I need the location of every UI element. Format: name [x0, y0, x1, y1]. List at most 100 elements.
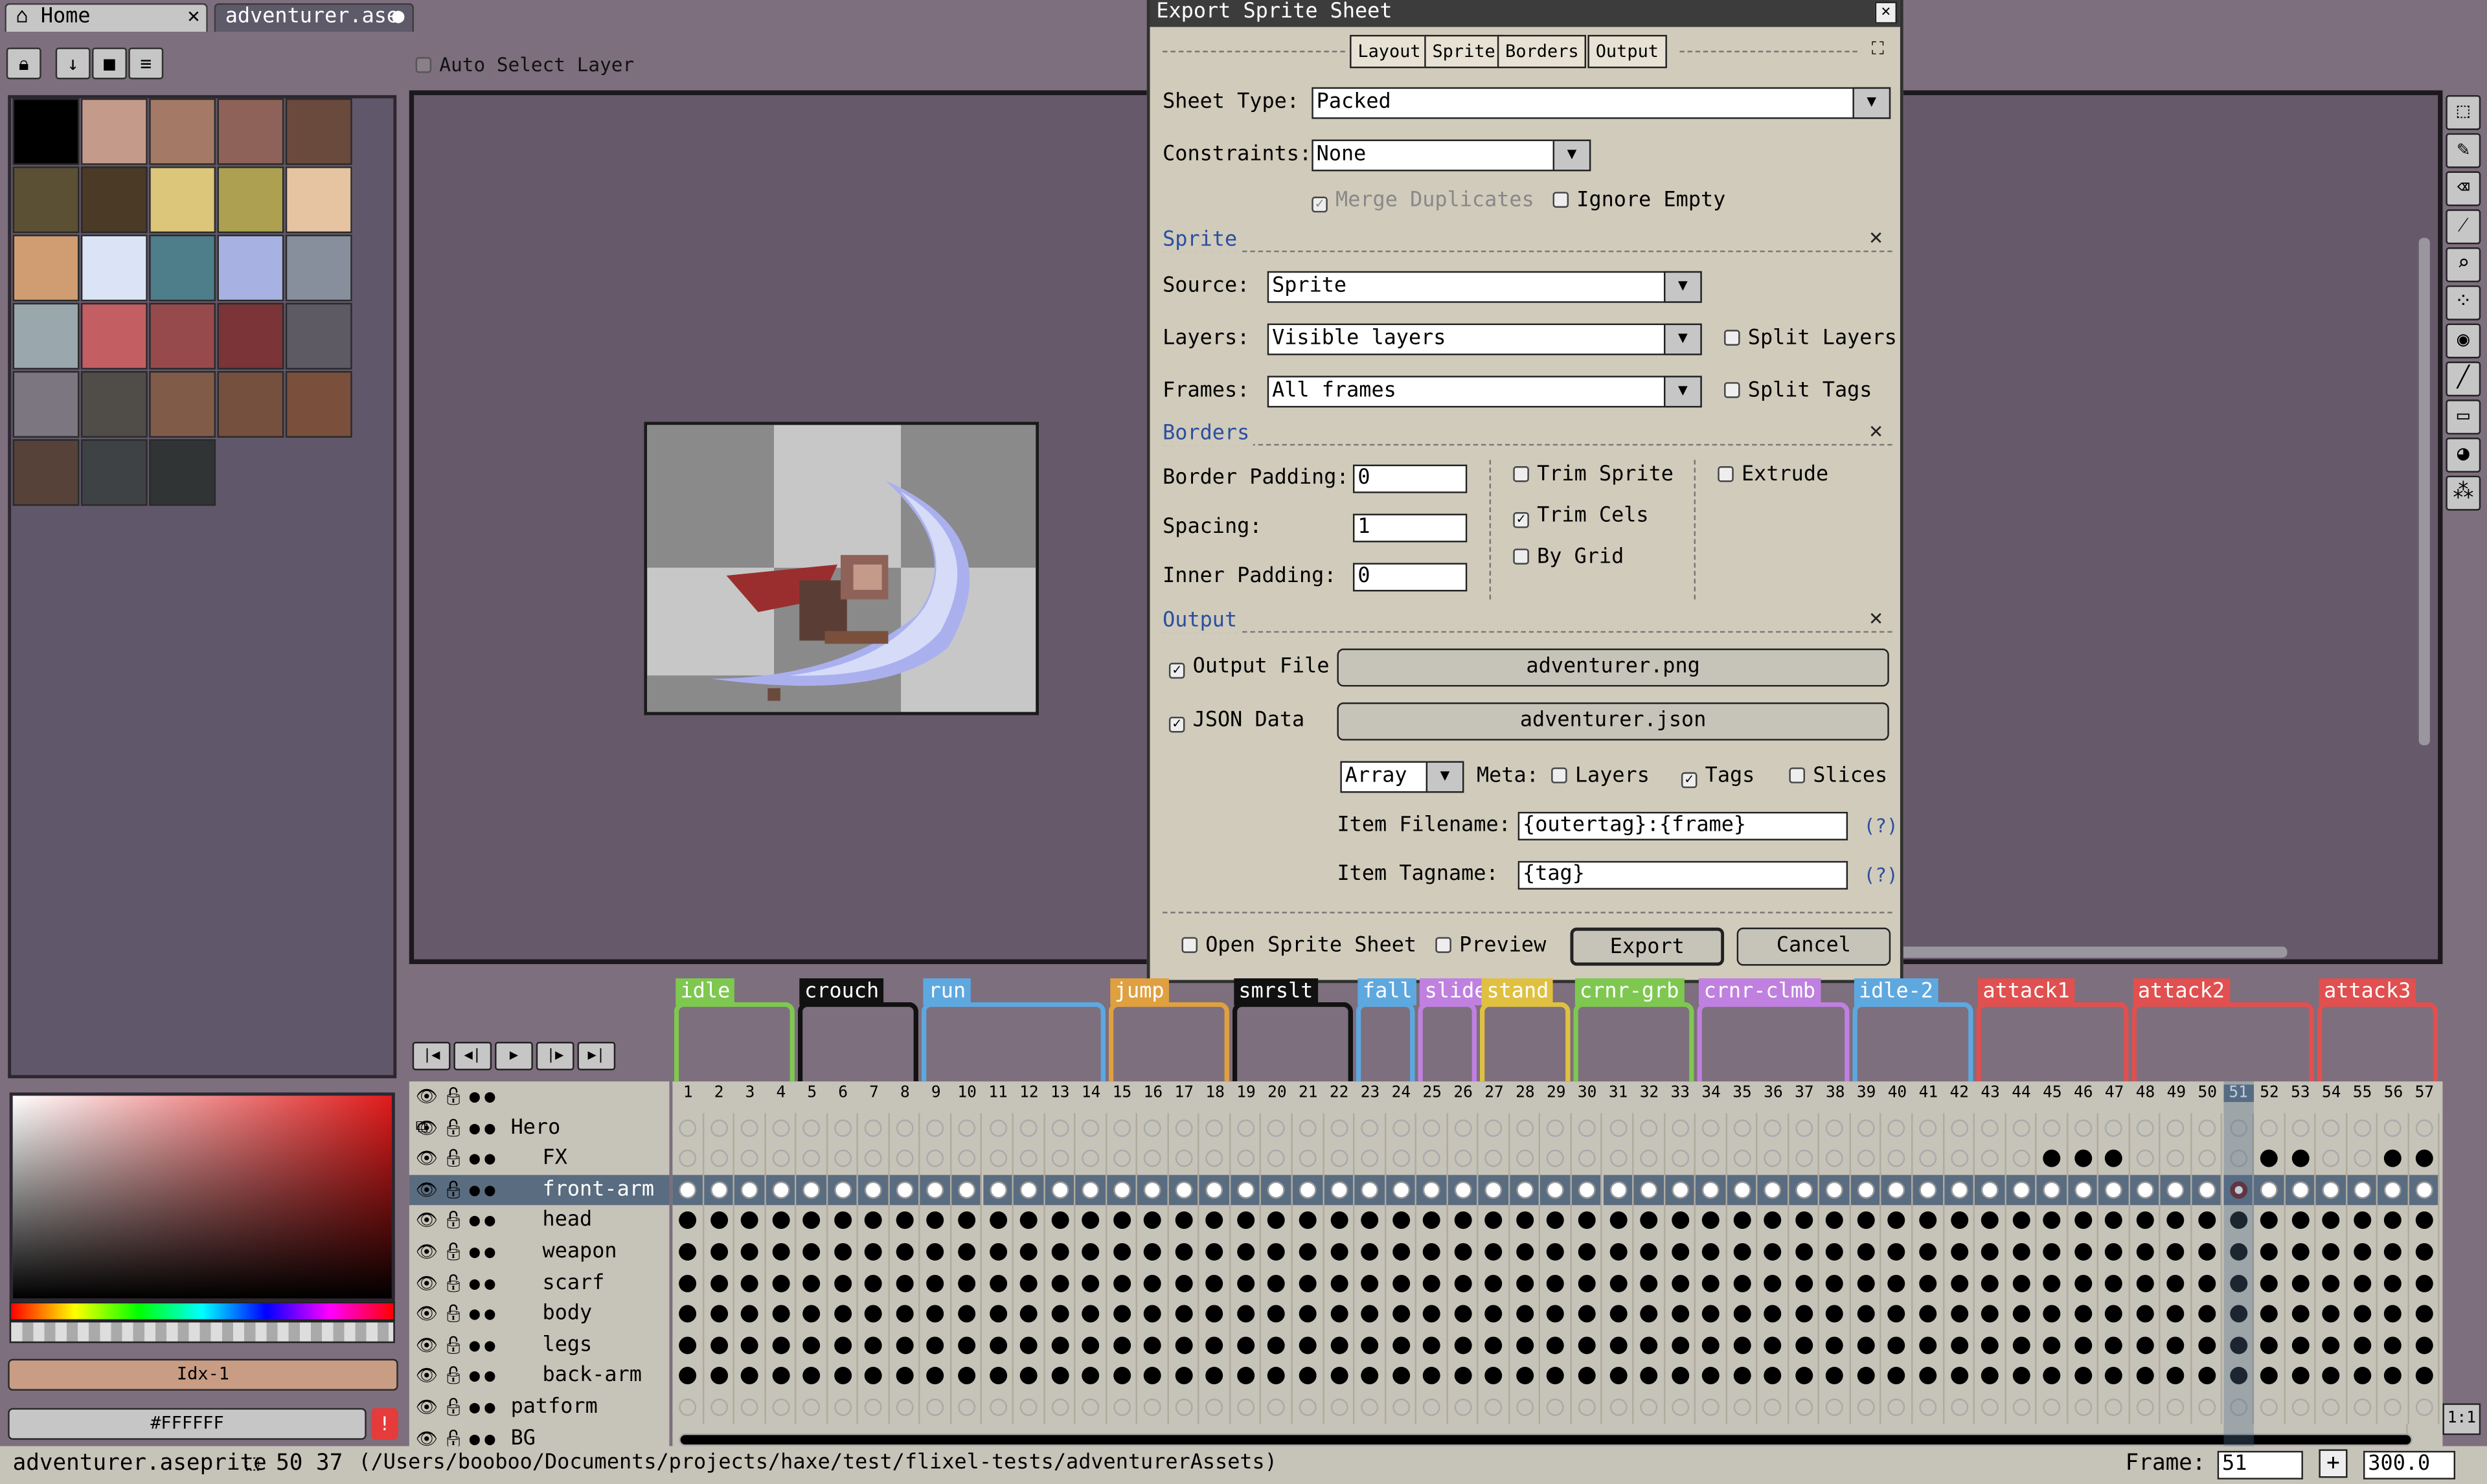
auto-select-layer-checkbox[interactable]: Auto Select Layer — [415, 51, 634, 79]
frame-number[interactable]: 33 — [1664, 1085, 1696, 1102]
cel[interactable] — [1727, 1143, 1758, 1175]
cel[interactable] — [1199, 1361, 1231, 1393]
cel[interactable] — [1510, 1112, 1541, 1144]
cel[interactable] — [734, 1112, 766, 1144]
zoom-input[interactable]: 300.0 — [2363, 1450, 2456, 1479]
cel[interactable] — [890, 1112, 921, 1144]
cel[interactable] — [2409, 1112, 2440, 1144]
cel[interactable] — [1324, 1143, 1355, 1175]
frame-number[interactable]: 12 — [1014, 1085, 1045, 1102]
cel[interactable] — [2192, 1299, 2223, 1331]
frame-number[interactable]: 19 — [1231, 1085, 1262, 1102]
cel[interactable] — [2037, 1268, 2068, 1299]
timeline-tag[interactable]: attack1 — [1978, 978, 2075, 1006]
cel[interactable] — [672, 1206, 704, 1237]
play-icon[interactable]: ▶ — [495, 1041, 533, 1071]
cel[interactable] — [1107, 1361, 1138, 1393]
palette-swatch[interactable] — [285, 98, 352, 165]
cel[interactable] — [1416, 1143, 1448, 1175]
cel[interactable] — [2316, 1237, 2347, 1268]
timeline-tag[interactable]: crnr-grb — [1574, 978, 1684, 1006]
cel[interactable] — [1014, 1330, 1045, 1362]
cel[interactable] — [1572, 1330, 1603, 1362]
cel[interactable] — [1882, 1206, 1913, 1237]
cel[interactable] — [1107, 1392, 1138, 1424]
cel[interactable] — [1510, 1175, 1541, 1206]
cel[interactable] — [1758, 1175, 1789, 1206]
cel[interactable] — [1168, 1206, 1200, 1237]
cel[interactable] — [1727, 1330, 1758, 1362]
frame-input[interactable]: 51 — [2217, 1450, 2303, 1479]
layer-toggle-icons[interactable]: 👁︎🔓︎●● — [416, 1206, 514, 1236]
cel[interactable] — [2037, 1237, 2068, 1268]
export-button[interactable]: Export — [1570, 927, 1725, 966]
cel[interactable] — [2037, 1206, 2068, 1237]
cel[interactable] — [951, 1112, 983, 1144]
eyedropper-icon[interactable]: ⁄ — [2446, 209, 2481, 245]
cel[interactable] — [1293, 1112, 1324, 1144]
cel[interactable] — [2130, 1112, 2161, 1144]
chevron-down-icon[interactable]: ▼ — [1552, 139, 1591, 172]
cel[interactable] — [1138, 1361, 1169, 1393]
layer-toggle-icons[interactable]: 👁︎🔓︎●● — [416, 1237, 514, 1267]
cel[interactable] — [2409, 1206, 2440, 1237]
layer-row[interactable]: 👁︎🔓︎●● head — [409, 1206, 670, 1237]
cel[interactable] — [1913, 1112, 1944, 1144]
frame-number[interactable]: 37 — [1789, 1085, 1820, 1102]
cel[interactable] — [828, 1361, 859, 1393]
cel[interactable] — [703, 1268, 735, 1299]
cel[interactable] — [1727, 1206, 1758, 1237]
frame-number[interactable]: 49 — [2161, 1085, 2192, 1102]
cel[interactable] — [703, 1143, 735, 1175]
cel[interactable] — [982, 1268, 1014, 1299]
palette-swatch[interactable] — [217, 166, 284, 234]
cel[interactable] — [828, 1143, 859, 1175]
contour-icon[interactable]: ◕ — [2446, 437, 2481, 473]
cel[interactable] — [2192, 1330, 2223, 1362]
cel[interactable] — [2099, 1330, 2130, 1362]
palette-index-field[interactable]: Idx-1 — [8, 1358, 398, 1391]
cel[interactable] — [1479, 1268, 1510, 1299]
cel[interactable] — [920, 1237, 952, 1268]
cel[interactable] — [1603, 1206, 1634, 1237]
cel[interactable] — [1231, 1175, 1262, 1206]
cel[interactable] — [1789, 1330, 1820, 1362]
add-frame-icon[interactable]: + — [2319, 1449, 2348, 1478]
cel[interactable] — [1262, 1392, 1293, 1424]
layer-row[interactable]: 👁︎🔓︎●● Hero — [409, 1112, 670, 1143]
cel[interactable] — [2254, 1237, 2285, 1268]
palette-swatch[interactable] — [285, 302, 352, 370]
frame-number[interactable]: 2 — [703, 1085, 734, 1102]
cel[interactable] — [1664, 1175, 1696, 1206]
layer-toggle-icons[interactable]: 👁︎🔓︎●● — [416, 1392, 514, 1422]
cel[interactable] — [920, 1392, 952, 1424]
cel[interactable] — [2037, 1143, 2068, 1175]
cel[interactable] — [1448, 1175, 1479, 1206]
cel[interactable] — [1448, 1237, 1479, 1268]
cel[interactable] — [1138, 1392, 1169, 1424]
palette-swatch[interactable] — [149, 371, 216, 438]
cel[interactable] — [1541, 1299, 1572, 1331]
cel[interactable] — [1138, 1330, 1169, 1362]
cel[interactable] — [951, 1392, 983, 1424]
frame-number[interactable]: 53 — [2285, 1085, 2316, 1102]
cel[interactable] — [1727, 1392, 1758, 1424]
frame-number[interactable]: 32 — [1634, 1085, 1665, 1102]
stop-icon[interactable]: ■ — [92, 47, 127, 80]
cel[interactable] — [2161, 1330, 2192, 1362]
timeline-tag[interactable]: idle-2 — [1854, 978, 1938, 1006]
layer-toggle-icons[interactable]: 👁︎🔓︎●● — [416, 1361, 514, 1391]
layer-toggle-icons[interactable]: 👁︎🔓︎●● — [416, 1299, 514, 1329]
cel[interactable] — [1820, 1392, 1851, 1424]
cel[interactable] — [672, 1143, 704, 1175]
cel[interactable] — [1541, 1392, 1572, 1424]
cel[interactable] — [1045, 1206, 1076, 1237]
cel[interactable] — [890, 1361, 921, 1393]
cel[interactable] — [1014, 1143, 1045, 1175]
line-icon[interactable]: ╱ — [2446, 361, 2481, 397]
cel[interactable] — [1851, 1268, 1882, 1299]
constraints-select[interactable]: None ▼ — [1312, 139, 1591, 172]
timeline-tag[interactable]: fall — [1357, 978, 1417, 1006]
merge-duplicates-checkbox[interactable]: ✓ Merge Duplicates — [1312, 187, 1534, 216]
cel[interactable] — [1541, 1361, 1572, 1393]
